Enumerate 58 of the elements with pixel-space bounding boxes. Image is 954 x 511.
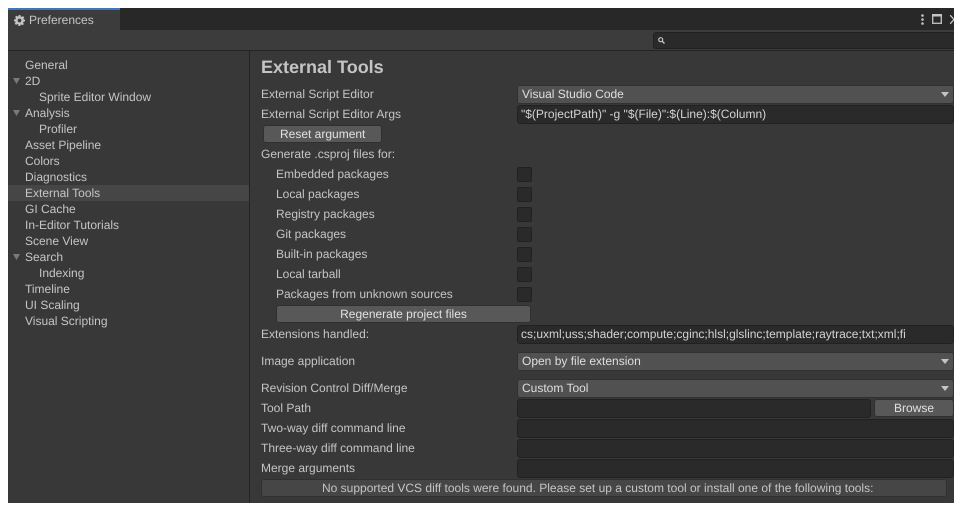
- setting-label: Generate .csproj files for:: [261, 147, 396, 161]
- window-tab[interactable]: Preferences: [8, 8, 120, 30]
- dropdown-arrow-icon: [941, 92, 949, 96]
- maximize-icon[interactable]: [932, 14, 942, 24]
- close-icon[interactable]: [950, 14, 954, 24]
- sidebar-item[interactable]: Profiler: [8, 121, 249, 137]
- sidebar-item[interactable]: General: [8, 57, 249, 73]
- setting-label: Built-in packages: [275, 247, 368, 261]
- dropdown-arrow-icon: [941, 386, 949, 390]
- setting-label: External Script Editor: [261, 87, 375, 101]
- sidebar-item[interactable]: Colors: [8, 153, 249, 169]
- setting-label: Merge arguments: [261, 461, 356, 475]
- dropdown-arrow-icon: [941, 358, 949, 364]
- sidebar-item[interactable]: In-Editor Tutorials: [8, 217, 249, 233]
- dropdown[interactable]: Visual Studio Code: [517, 84, 954, 104]
- setting-label: Two-way diff command line: [261, 421, 407, 435]
- reset-button[interactable]: Reset argument: [263, 125, 382, 143]
- sidebar-item[interactable]: Search: [8, 249, 249, 265]
- setting-label: Local tarball: [275, 267, 342, 281]
- dropdown[interactable]: Custom Tool: [517, 378, 954, 398]
- search-field[interactable]: [653, 32, 954, 48]
- sidebar-item[interactable]: Diagnostics: [8, 169, 249, 185]
- setting-label: Extensions handled:: [261, 327, 370, 341]
- warning-message: No supported VCS diff tools were found. Please set up a custom tool or install one of the following tools:: [261, 479, 947, 497]
- text-field[interactable]: cs;uxml;uss;shader;compute;cginc;hlsl;glslinc;template;raytrace;txt;xml;fi: [517, 324, 954, 344]
- sidebar-item[interactable]: Timeline: [8, 281, 249, 297]
- browse-button[interactable]: Browse: [874, 398, 954, 416]
- text-field[interactable]: "$(ProjectPath)" -g "$(File)":$(Line):$(Column): [517, 104, 954, 124]
- sidebar-item[interactable]: 2D: [8, 73, 249, 89]
- sidebar-item[interactable]: Visual Scripting: [8, 313, 249, 329]
- setting-label: External Script Editor Args: [261, 107, 402, 121]
- sidebar-item[interactable]: Scene View: [8, 233, 249, 249]
- more-icon[interactable]: [921, 14, 924, 24]
- sidebar-item[interactable]: Indexing: [8, 265, 249, 281]
- sidebar-item[interactable]: Analysis: [8, 105, 249, 121]
- setting-label: Tool Path: [261, 401, 312, 415]
- dropdown[interactable]: Open by file extension: [517, 352, 954, 370]
- gear-icon: [14, 14, 25, 26]
- sidebar-item[interactable]: GI Cache: [8, 201, 249, 217]
- text-field[interactable]: [517, 398, 871, 418]
- expanded-arrow-icon[interactable]: [13, 254, 20, 260]
- section-title: External Tools: [261, 56, 385, 79]
- setting-label: Embedded packages: [275, 167, 390, 181]
- sidebar-item[interactable]: External Tools: [8, 185, 249, 201]
- setting-label: Git packages: [275, 227, 348, 241]
- regenerate-button[interactable]: Regenerate project files: [276, 305, 531, 323]
- setting-label: Packages from unknown sources: [275, 287, 454, 301]
- setting-label: Three-way diff command line: [261, 441, 416, 455]
- setting-label: Image application: [261, 354, 356, 368]
- sidebar-item[interactable]: UI Scaling: [8, 297, 249, 313]
- expanded-arrow-icon[interactable]: [13, 110, 20, 116]
- setting-label: Registry packages: [275, 207, 376, 221]
- expanded-arrow-icon[interactable]: [13, 78, 20, 84]
- setting-label: Local packages: [275, 187, 360, 201]
- sidebar-item[interactable]: Sprite Editor Window: [8, 89, 249, 105]
- setting-label: Revision Control Diff/Merge: [261, 381, 409, 395]
- search-icon: [658, 36, 665, 44]
- sidebar-item[interactable]: Asset Pipeline: [8, 137, 249, 153]
